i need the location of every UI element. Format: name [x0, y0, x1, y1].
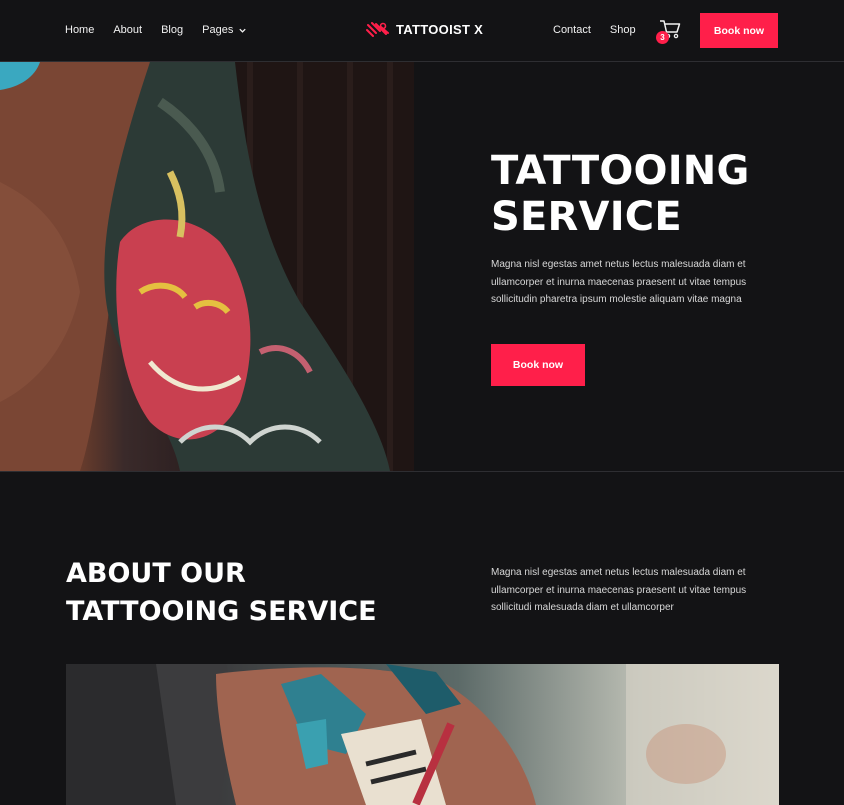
nav-pages[interactable]: Pages — [202, 24, 247, 36]
site-header: Home About Blog Pages TATTOOIST X Contac… — [0, 0, 844, 62]
site-logo[interactable]: TATTOOIST X — [366, 21, 483, 38]
primary-nav: Home About Blog Pages — [65, 24, 247, 36]
nav-pages-label: Pages — [202, 24, 234, 36]
hero-title: TATTOOING SERVICE — [491, 148, 750, 240]
secondary-nav: Contact Shop — [553, 24, 636, 36]
tattooed-arm-photo-icon — [0, 62, 414, 471]
about-title-line1: ABOUT OUR — [66, 558, 246, 589]
nav-shop[interactable]: Shop — [610, 24, 636, 36]
hero-divider — [0, 471, 844, 472]
about-image — [66, 664, 779, 805]
cart-button[interactable]: 3 — [656, 18, 682, 44]
hero-book-now-button[interactable]: Book now — [491, 344, 585, 386]
nav-contact[interactable]: Contact — [553, 24, 591, 36]
header-book-now-button[interactable]: Book now — [700, 13, 778, 48]
tattooed-forearm-photo-icon — [66, 664, 779, 805]
nav-home[interactable]: Home — [65, 24, 94, 36]
about-title-line2: TATTOOING SERVICE — [66, 596, 377, 627]
nav-about[interactable]: About — [113, 24, 142, 36]
hero-title-line2: SERVICE — [491, 194, 682, 240]
chevron-down-icon — [239, 28, 246, 33]
hero-title-line1: TATTOOING — [491, 148, 750, 194]
cart-count-badge: 3 — [656, 31, 669, 44]
logo-text: TATTOOIST X — [396, 22, 484, 37]
nav-blog[interactable]: Blog — [161, 24, 183, 36]
about-title: ABOUT OUR TATTOOING SERVICE — [66, 555, 377, 631]
about-description: Magna nisl egestas amet netus lectus mal… — [491, 567, 747, 613]
hero-description: Magna nisl egestas amet netus lectus mal… — [491, 259, 747, 305]
hero-image — [0, 62, 414, 471]
tattoo-machine-logo-icon — [366, 22, 389, 37]
